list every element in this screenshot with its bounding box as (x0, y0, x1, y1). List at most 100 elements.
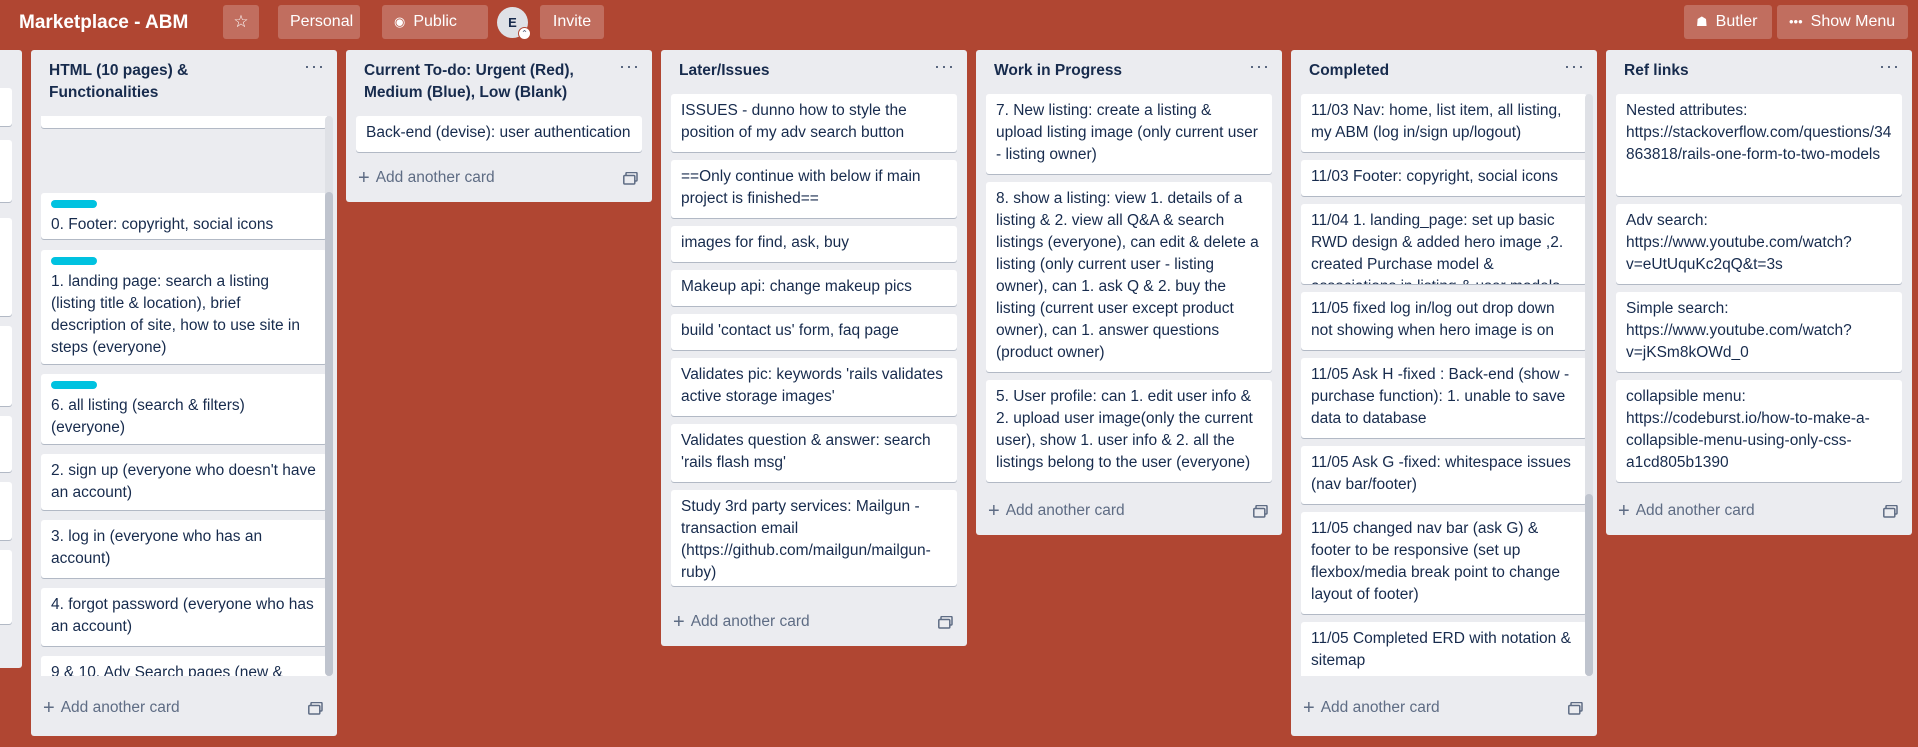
list-title[interactable]: Current To-do: Urgent (Red), Medium (Blu… (346, 50, 652, 104)
list-card[interactable]: Validates pic: keywords 'rails validates… (671, 358, 957, 416)
member-avatar[interactable]: E ⌃ (497, 7, 531, 40)
list-card[interactable]: Makeup api: change makeup pics (671, 270, 957, 306)
list-card[interactable] (0, 140, 12, 202)
add-card-button[interactable]: + Add another card (988, 497, 1125, 525)
list-card[interactable] (0, 88, 12, 126)
card-container: 0. Footer: copyright, social icons 1. la… (31, 116, 337, 676)
card-text: ==Only continue with below if main proje… (681, 168, 921, 207)
list-title[interactable]: Work in Progress (976, 50, 1282, 84)
list-card[interactable] (0, 550, 12, 624)
list-card[interactable]: 5. User profile: can 1. edit user info &… (986, 380, 1272, 482)
card-label (51, 200, 97, 208)
list-card[interactable]: ==Only continue with below if main proje… (671, 160, 957, 218)
list-card[interactable]: 11/05 Ask G -fixed: whitespace issues (n… (1301, 446, 1587, 504)
list-title[interactable]: Later/Issues (661, 50, 967, 84)
star-button[interactable]: ☆ (223, 5, 259, 39)
list-card[interactable]: 4. forgot password (everyone who has an … (41, 588, 327, 646)
list-card[interactable]: 3. log in (everyone who has an account) (41, 520, 327, 578)
list-card[interactable]: collapsible menu: https://codeburst.io/h… (1616, 380, 1902, 482)
add-card-button[interactable]: + Add another card (673, 608, 810, 636)
more-icon: ••• (1789, 14, 1803, 29)
list-card[interactable] (0, 416, 12, 472)
card-text: Nested attributes: https://stackoverflow… (1626, 102, 1892, 163)
list-menu-icon[interactable]: ··· (1879, 56, 1900, 77)
card-text: 4. forgot password (everyone who has an … (51, 596, 314, 635)
list-card[interactable]: 11/05 Completed ERD with notation & site… (1301, 622, 1587, 676)
team-visibility-button[interactable]: Personal (278, 5, 360, 39)
card-text: 0. Footer: copyright, social icons (51, 216, 274, 233)
list-card[interactable]: Adv search: https://www.youtube.com/watc… (1616, 204, 1902, 284)
card-text: 11/05 Completed ERD with notation & site… (1311, 630, 1571, 669)
list-card[interactable]: 8. show a listing: view 1. details of a … (986, 182, 1272, 372)
list-scrollbar[interactable] (1585, 94, 1593, 676)
globe-icon: ◉ (394, 14, 406, 29)
list-title[interactable]: HTML (10 pages) & Functionalities (31, 50, 337, 104)
list-scrollbar[interactable] (325, 116, 333, 676)
card-text: Simple search: https://www.youtube.com/w… (1626, 300, 1852, 361)
card-text: 1. landing page: search a listing (listi… (51, 273, 300, 356)
list-card[interactable]: Simple search: https://www.youtube.com/w… (1616, 292, 1902, 372)
add-card-label: Add another card (60, 699, 180, 716)
card-template-icon[interactable] (938, 616, 953, 629)
list-card[interactable]: ISSUES - dunno how to style the position… (671, 94, 957, 152)
card-text: Study 3rd party services: Mailgun - tran… (681, 498, 931, 581)
board-header: Marketplace - ABM ☆ Personal ◉ Public E ⌃… (0, 0, 1918, 46)
list-title[interactable]: Ref links (1606, 50, 1912, 84)
add-card-button[interactable]: + Add another card (1303, 694, 1440, 722)
card-text: collapsible menu: https://codeburst.io/h… (1626, 388, 1870, 471)
list-card[interactable]: 0. Footer: copyright, social icons (41, 193, 327, 239)
invite-button[interactable]: Invite (540, 5, 604, 39)
list-menu-icon[interactable]: ··· (934, 56, 955, 77)
list-card[interactable]: 7. New listing: create a listing & uploa… (986, 94, 1272, 174)
add-card-button[interactable]: + Add another card (358, 164, 495, 192)
list-card[interactable]: 2. sign up (everyone who doesn't have an… (41, 454, 327, 510)
list-card[interactable] (0, 482, 12, 540)
add-card-label: Add another card (375, 169, 495, 186)
card-template-icon[interactable] (1568, 702, 1583, 715)
list-title[interactable]: Completed (1291, 50, 1597, 84)
list-card[interactable]: 1. landing page: search a listing (listi… (41, 250, 327, 364)
card-template-icon[interactable] (623, 172, 638, 185)
list-menu-icon[interactable]: ··· (1249, 56, 1270, 77)
add-card-button[interactable]: + Add another card (43, 694, 180, 722)
board-title[interactable]: Marketplace - ABM (19, 8, 188, 38)
list-card-partial[interactable] (41, 116, 327, 128)
card-text: 9 & 10. Adv Search pages (new & show): e… (51, 664, 283, 676)
card-template-icon[interactable] (308, 702, 323, 715)
list-card[interactable]: 11/05 fixed log in/log out drop down not… (1301, 292, 1587, 350)
card-text: Adv search: https://www.youtube.com/watc… (1626, 212, 1852, 273)
list-card[interactable]: 11/05 Ask H -fixed : Back-end (show - pu… (1301, 358, 1587, 438)
list-menu-icon[interactable]: ··· (619, 56, 640, 77)
list-card[interactable] (0, 218, 12, 316)
list-card[interactable]: 6. all listing (search & filters) (every… (41, 374, 327, 444)
list-current-todo: Current To-do: Urgent (Red), Medium (Blu… (346, 50, 652, 202)
list-card[interactable]: build 'contact us' form, faq page (671, 314, 957, 350)
list-card[interactable] (0, 326, 12, 406)
list-card[interactable]: Validates question & answer: search 'rai… (671, 424, 957, 482)
add-card-button[interactable]: + Add another card (1618, 497, 1755, 525)
card-template-icon[interactable] (1253, 505, 1268, 518)
card-text: 3. log in (everyone who has an account) (51, 528, 263, 567)
scrollbar-thumb[interactable] (1585, 494, 1593, 676)
list-card[interactable]: images for find, ask, buy (671, 226, 957, 262)
list-card[interactable]: 11/03 Nav: home, list item, all listing,… (1301, 94, 1587, 152)
list-card[interactable]: 11/04 1. landing_page: set up basic RWD … (1301, 204, 1587, 284)
list-card[interactable]: 11/03 Footer: copyright, social icons (1301, 160, 1587, 196)
list-menu-icon[interactable]: ··· (1564, 56, 1585, 77)
card-text: 5. User profile: can 1. edit user info &… (996, 388, 1253, 471)
list-card[interactable]: Back-end (devise): user authentication (356, 116, 642, 152)
show-menu-button[interactable]: ••• Show Menu (1777, 5, 1908, 39)
board-visibility-button[interactable]: ◉ Public (382, 5, 488, 39)
list-menu-icon[interactable]: ··· (304, 56, 325, 77)
card-text: Makeup api: change makeup pics (681, 278, 912, 295)
list-work-in-progress: Work in Progress ··· 7. New listing: cre… (976, 50, 1282, 535)
list-card[interactable]: Study 3rd party services: Mailgun - tran… (671, 490, 957, 586)
card-text: Validates question & answer: search 'rai… (681, 432, 931, 471)
butler-button[interactable]: ☗ Butler (1684, 5, 1772, 39)
list-card[interactable]: Nested attributes: https://stackoverflow… (1616, 94, 1902, 196)
plus-icon: + (43, 697, 55, 719)
list-card[interactable]: 9 & 10. Adv Search pages (new & show): e… (41, 656, 327, 676)
scrollbar-thumb[interactable] (325, 192, 333, 676)
list-card[interactable]: 11/05 changed nav bar (ask G) & footer t… (1301, 512, 1587, 614)
card-template-icon[interactable] (1883, 505, 1898, 518)
